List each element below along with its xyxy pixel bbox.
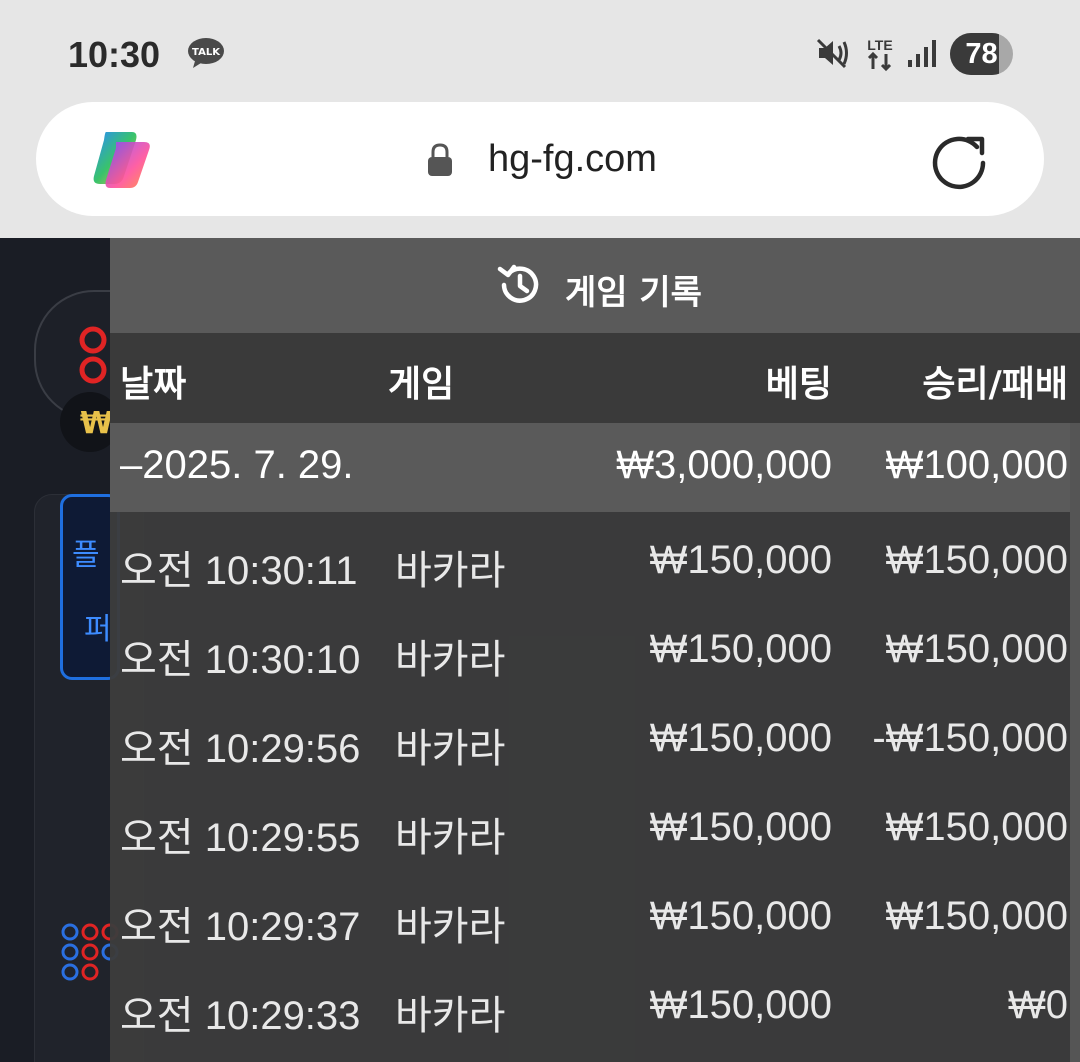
row-time: 오전 10:29:33 <box>120 994 361 1038</box>
talk-badge-text: TALK <box>192 47 221 58</box>
history-icon <box>497 264 539 303</box>
row-result: -₩150,000 <box>872 716 1068 760</box>
row-time: 오전 10:30:10 <box>120 638 361 682</box>
row-time: 오전 10:29:37 <box>120 905 361 949</box>
row-game: 바카라 <box>395 638 506 682</box>
history-header: 게임 기록 <box>110 238 1080 333</box>
row-game: 바카라 <box>395 727 506 771</box>
row-result: ₩150,000 <box>885 805 1068 849</box>
row-time: 오전 10:29:55 <box>120 816 361 860</box>
row-game: 바카라 <box>395 905 506 949</box>
history-column-headers: 날짜 게임 베팅 승리/패배 <box>110 333 1080 423</box>
row-result: ₩150,000 <box>885 538 1068 582</box>
row-result: ₩150,000 <box>885 627 1068 671</box>
table-row[interactable]: 오전 10:29:33 바카라 ₩150,000 ₩0 <box>110 957 1070 1046</box>
row-time: 오전 10:30:11 <box>120 549 358 593</box>
row-game: 바카라 <box>395 994 506 1038</box>
group-result-total: ₩100,000 <box>885 443 1068 487</box>
history-title: 게임 기록 <box>565 273 702 313</box>
table-row[interactable]: 오전 10:29:37 바카라 ₩150,000 ₩150,000 <box>110 868 1070 957</box>
lte-text: LTE <box>867 37 892 53</box>
column-header-game: 게임 <box>388 364 455 405</box>
address-bar[interactable]: hg-fg.com <box>36 102 1044 216</box>
column-header-date: 날짜 <box>120 364 187 405</box>
battery-indicator: 78 <box>950 33 1013 75</box>
player-card-text-1: 플 <box>72 538 100 573</box>
status-bar: 10:30 TALK LTE 78 <box>0 0 1080 100</box>
reload-icon[interactable] <box>928 129 990 191</box>
date-group-row[interactable]: –2025. 7. 29. ₩3,000,000 ₩100,000 <box>110 423 1080 512</box>
row-bet: ₩150,000 <box>649 538 832 582</box>
row-result: ₩0 <box>1008 983 1068 1027</box>
table-row[interactable]: 오전 10:29:55 바카라 ₩150,000 ₩150,000 <box>110 779 1070 868</box>
row-bet: ₩150,000 <box>649 983 832 1027</box>
battery-level: 78 <box>965 38 998 70</box>
url-text[interactable]: hg-fg.com <box>488 138 657 181</box>
signal-icon <box>908 40 936 67</box>
group-date: –2025. 7. 29. <box>120 443 354 487</box>
mute-icon <box>816 38 848 69</box>
table-row[interactable]: 오전 10:30:10 바카라 ₩150,000 ₩150,000 <box>110 601 1070 690</box>
row-game: 바카라 <box>395 816 506 860</box>
row-game: 바카라 <box>395 549 506 593</box>
kakaotalk-icon: TALK <box>188 38 224 68</box>
row-bet: ₩150,000 <box>649 894 832 938</box>
row-bet: ₩150,000 <box>649 627 832 671</box>
red-rings-icon <box>79 326 107 384</box>
column-header-bet: 베팅 <box>765 364 832 405</box>
lte-icon: LTE <box>867 37 893 72</box>
game-history-panel: 게임 기록 날짜 게임 베팅 승리/패배 –2025. 7. 29. ₩3,00… <box>110 238 1080 1062</box>
row-bet: ₩150,000 <box>649 716 832 760</box>
row-bet: ₩150,000 <box>649 805 832 849</box>
won-symbol: ₩ <box>80 406 114 441</box>
table-row[interactable]: 오전 10:30:11 바카라 ₩150,000 ₩150,000 <box>110 512 1070 601</box>
table-row[interactable]: 오전 10:29:56 바카라 ₩150,000 -₩150,000 <box>110 690 1070 779</box>
copilot-logo-icon[interactable] <box>86 124 156 194</box>
status-time: 10:30 <box>68 34 161 75</box>
row-time: 오전 10:29:56 <box>120 727 361 771</box>
group-bet-total: ₩3,000,000 <box>616 443 832 487</box>
lock-icon <box>428 143 452 176</box>
row-result: ₩150,000 <box>885 894 1068 938</box>
history-scrollbar[interactable] <box>1070 423 1080 1062</box>
column-header-result: 승리/패배 <box>922 364 1068 405</box>
player-card-text-2: 퍼 <box>84 612 112 647</box>
history-rows: 오전 10:30:11 바카라 ₩150,000 ₩150,000 오전 10:… <box>110 512 1070 1046</box>
